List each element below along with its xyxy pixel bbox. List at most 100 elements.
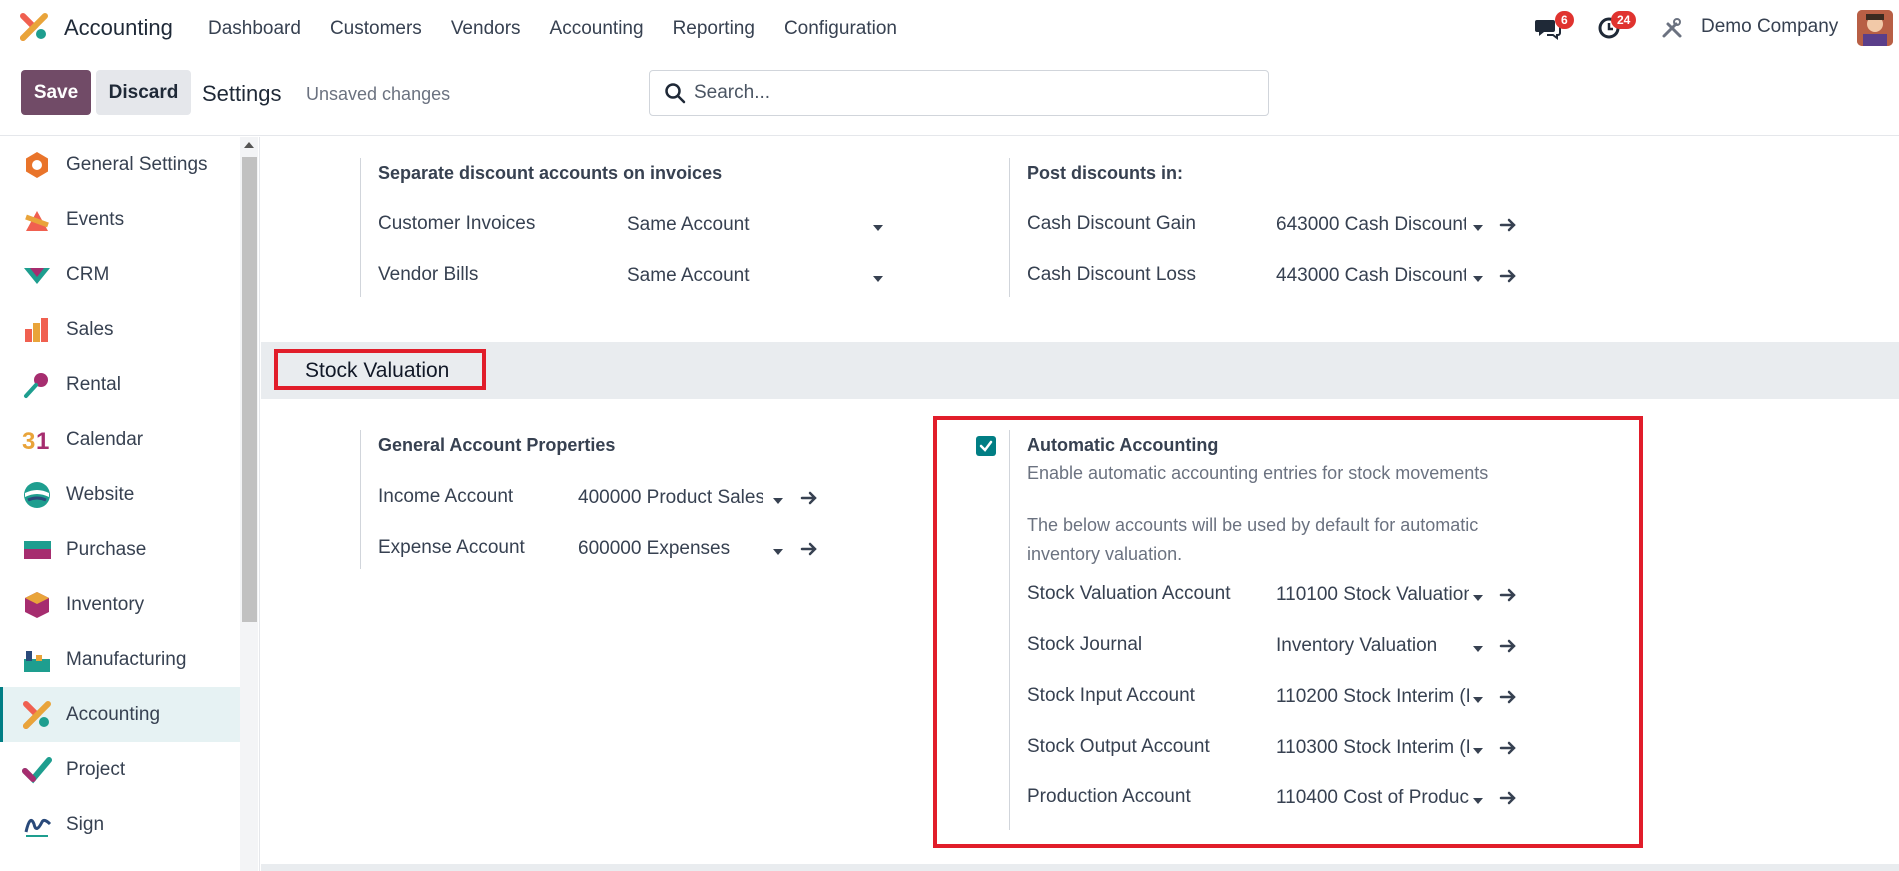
chevron-down-icon[interactable] [1473, 798, 1483, 804]
automatic-accounting-checkbox[interactable] [976, 436, 996, 456]
scroll-up-arrow-icon[interactable] [244, 142, 254, 148]
settings-content: Separate discount accounts on invoices C… [261, 137, 1899, 871]
chevron-down-icon[interactable] [1473, 646, 1483, 652]
unsaved-status: Unsaved changes [306, 84, 451, 104]
sidebar-item-sales[interactable]: Sales [0, 302, 240, 357]
menu-configuration[interactable]: Configuration [784, 18, 897, 40]
general-settings-icon [26, 151, 48, 178]
save-button[interactable]: Save [21, 70, 91, 115]
accounting-app-icon[interactable] [20, 13, 48, 41]
sidebar-item-manufacturing[interactable]: Manufacturing [0, 632, 240, 687]
stock-valuation-account-label: Stock Valuation Account [1027, 583, 1231, 604]
production-account-select[interactable]: 110400 Cost of Production [1276, 787, 1469, 813]
messages-badge: 6 [1555, 11, 1574, 29]
sidebar-item-accounting[interactable]: Accounting [0, 687, 240, 742]
chevron-down-icon[interactable] [1473, 276, 1483, 282]
sidebar-item-label: Accounting [66, 703, 161, 725]
arrow-right-icon[interactable] [800, 541, 818, 557]
page-title: Settings [202, 81, 282, 106]
general-account-properties-title: General Account Properties [378, 435, 616, 455]
sidebar-item-project[interactable]: Project [0, 742, 240, 797]
activities-badge: 24 [1611, 11, 1637, 29]
main-menu: Dashboard Customers Vendors Accounting R… [208, 18, 926, 40]
arrow-right-icon[interactable] [800, 490, 818, 506]
chevron-down-icon[interactable] [773, 498, 783, 504]
user-avatar[interactable] [1857, 10, 1893, 46]
sidebar-item-crm[interactable]: CRM [0, 247, 240, 302]
svg-text:3: 3 [22, 428, 35, 455]
sidebar-item-label: Purchase [66, 538, 147, 560]
arrow-right-icon[interactable] [1499, 740, 1517, 756]
sidebar-item-events[interactable]: Events [0, 192, 240, 247]
menu-customers[interactable]: Customers [330, 18, 422, 40]
sidebar-item-label: Manufacturing [66, 648, 187, 670]
cash-discount-loss-label: Cash Discount Loss [1027, 264, 1196, 285]
vendor-bills-select[interactable]: Same Account [627, 265, 797, 291]
chevron-down-icon[interactable] [1473, 748, 1483, 754]
chevron-down-icon[interactable] [1473, 595, 1483, 601]
sidebar-item-rental[interactable]: Rental [0, 357, 240, 412]
sidebar-scroll-thumb[interactable] [242, 157, 257, 622]
accounting-icon [23, 700, 51, 729]
project-icon [22, 756, 52, 783]
arrow-right-icon[interactable] [1499, 689, 1517, 705]
sidebar-item-website[interactable]: Website [0, 467, 240, 522]
inventory-icon [25, 591, 49, 618]
discard-button[interactable]: Discard [96, 70, 191, 115]
menu-accounting[interactable]: Accounting [550, 18, 644, 40]
cash-discount-gain-select[interactable]: 643000 Cash Discount [1276, 214, 1466, 240]
tools-icon[interactable] [1661, 17, 1683, 39]
svg-text:1: 1 [36, 428, 49, 455]
sidebar-item-calendar[interactable]: 3 1 Calendar [0, 412, 240, 467]
rental-icon [24, 372, 48, 398]
divider [360, 158, 361, 297]
company-switcher[interactable]: Demo Company [1701, 16, 1838, 38]
stock-journal-select[interactable]: Inventory Valuation [1276, 635, 1466, 661]
sign-icon [24, 818, 52, 837]
expense-account-select[interactable]: 600000 Expenses [578, 538, 763, 564]
cash-discount-gain-label: Cash Discount Gain [1027, 213, 1196, 234]
chevron-down-icon[interactable] [1473, 697, 1483, 703]
arrow-right-icon[interactable] [1499, 587, 1517, 603]
chevron-down-icon[interactable] [773, 549, 783, 555]
menu-reporting[interactable]: Reporting [673, 18, 755, 40]
search-box[interactable] [649, 70, 1269, 116]
top-navbar: Accounting Dashboard Customers Vendors A… [0, 0, 1899, 56]
chevron-down-icon[interactable] [1473, 225, 1483, 231]
sidebar-item-general-settings[interactable]: General Settings [0, 137, 240, 192]
divider [360, 430, 361, 569]
production-account-label: Production Account [1027, 786, 1191, 807]
arrow-right-icon[interactable] [1499, 790, 1517, 806]
sidebar-item-sign[interactable]: Sign [0, 797, 240, 852]
menu-vendors[interactable]: Vendors [451, 18, 521, 40]
arrow-right-icon[interactable] [1499, 638, 1517, 654]
cash-discount-loss-select[interactable]: 443000 Cash Discount [1276, 265, 1466, 291]
stock-input-account-select[interactable]: 110200 Stock Interim (Received) [1276, 686, 1469, 712]
sidebar-item-label: Website [66, 483, 135, 505]
arrow-right-icon[interactable] [1499, 268, 1517, 284]
sales-icon [25, 317, 48, 342]
customer-invoices-label: Customer Invoices [378, 213, 536, 234]
sidebar-item-inventory[interactable]: Inventory [0, 577, 240, 632]
arrow-right-icon[interactable] [1499, 217, 1517, 233]
vendor-bills-label: Vendor Bills [378, 264, 479, 285]
divider [1009, 430, 1010, 830]
post-discounts-title: Post discounts in: [1027, 163, 1184, 183]
search-input[interactable] [694, 81, 1254, 105]
menu-dashboard[interactable]: Dashboard [208, 18, 301, 40]
stock-output-account-select[interactable]: 110300 Stock Interim (Delivered) [1276, 737, 1469, 763]
sidebar-item-label: Project [66, 758, 126, 780]
app-name[interactable]: Accounting [64, 15, 173, 41]
chevron-down-icon[interactable] [873, 225, 883, 231]
purchase-icon [24, 540, 51, 559]
section-header [261, 342, 1899, 399]
automatic-accounting-description: Enable automatic accounting entries for … [1027, 463, 1489, 483]
stock-valuation-account-select[interactable]: 110100 Stock Valuation [1276, 584, 1469, 610]
customer-invoices-select[interactable]: Same Account [627, 214, 797, 240]
sidebar-item-label: Events [66, 208, 125, 230]
income-account-select[interactable]: 400000 Product Sales [578, 487, 763, 513]
chevron-down-icon[interactable] [873, 276, 883, 282]
sidebar-item-purchase[interactable]: Purchase [0, 522, 240, 577]
sidebar-item-label: General Settings [66, 153, 208, 175]
crm-icon [24, 267, 50, 284]
